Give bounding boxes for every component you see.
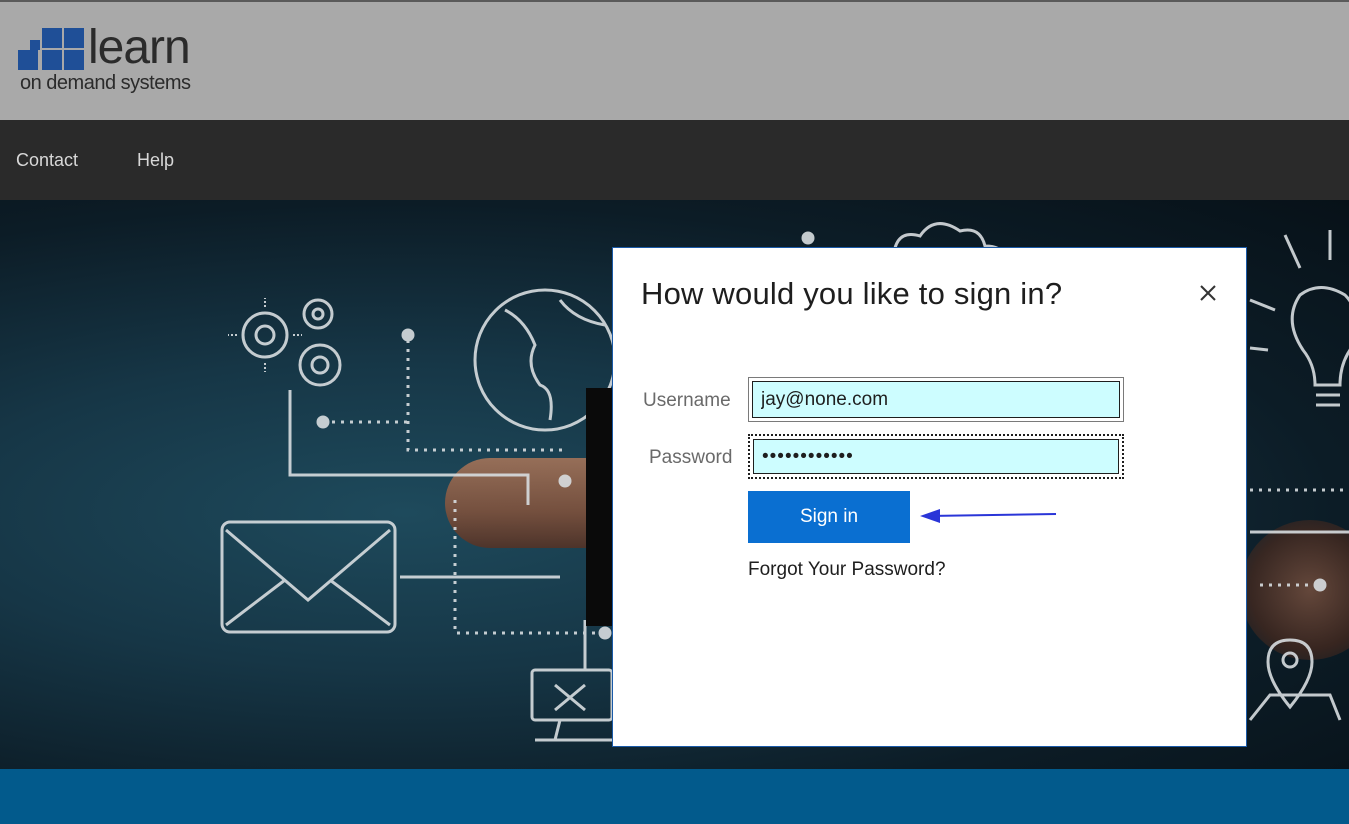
lightbulb-icon	[1290, 286, 1349, 407]
monitor-tools-icon	[530, 668, 614, 742]
password-label: Password	[649, 447, 733, 468]
site-header: learn on demand systems	[0, 0, 1349, 120]
username-input[interactable]	[752, 381, 1120, 418]
password-input[interactable]	[753, 439, 1119, 474]
nav-contact-link[interactable]: Contact	[16, 150, 78, 171]
logo[interactable]: learn on demand systems	[18, 21, 218, 98]
logo-tagline: on demand systems	[20, 72, 191, 94]
logo-squares-icon	[18, 28, 84, 70]
forgot-password-link[interactable]: Forgot Your Password?	[748, 559, 946, 581]
close-icon[interactable]	[1197, 282, 1219, 304]
arrow-left-icon	[920, 509, 1057, 523]
logo-wordmark: learn	[88, 21, 191, 74]
password-field-wrapper	[748, 434, 1124, 479]
envelope-icon	[220, 520, 397, 634]
footer-bar	[0, 769, 1349, 824]
signin-button[interactable]: Sign in	[748, 491, 910, 543]
nav-help-link[interactable]: Help	[137, 150, 174, 171]
username-field-wrapper	[748, 377, 1124, 422]
gear-icon	[241, 298, 342, 387]
main-nav: Contact Help	[0, 120, 1349, 200]
signin-modal: How would you like to sign in? Username …	[612, 247, 1247, 747]
username-label: Username	[643, 390, 731, 411]
modal-title: How would you like to sign in?	[641, 276, 1063, 311]
map-pin-icon	[1248, 638, 1342, 721]
